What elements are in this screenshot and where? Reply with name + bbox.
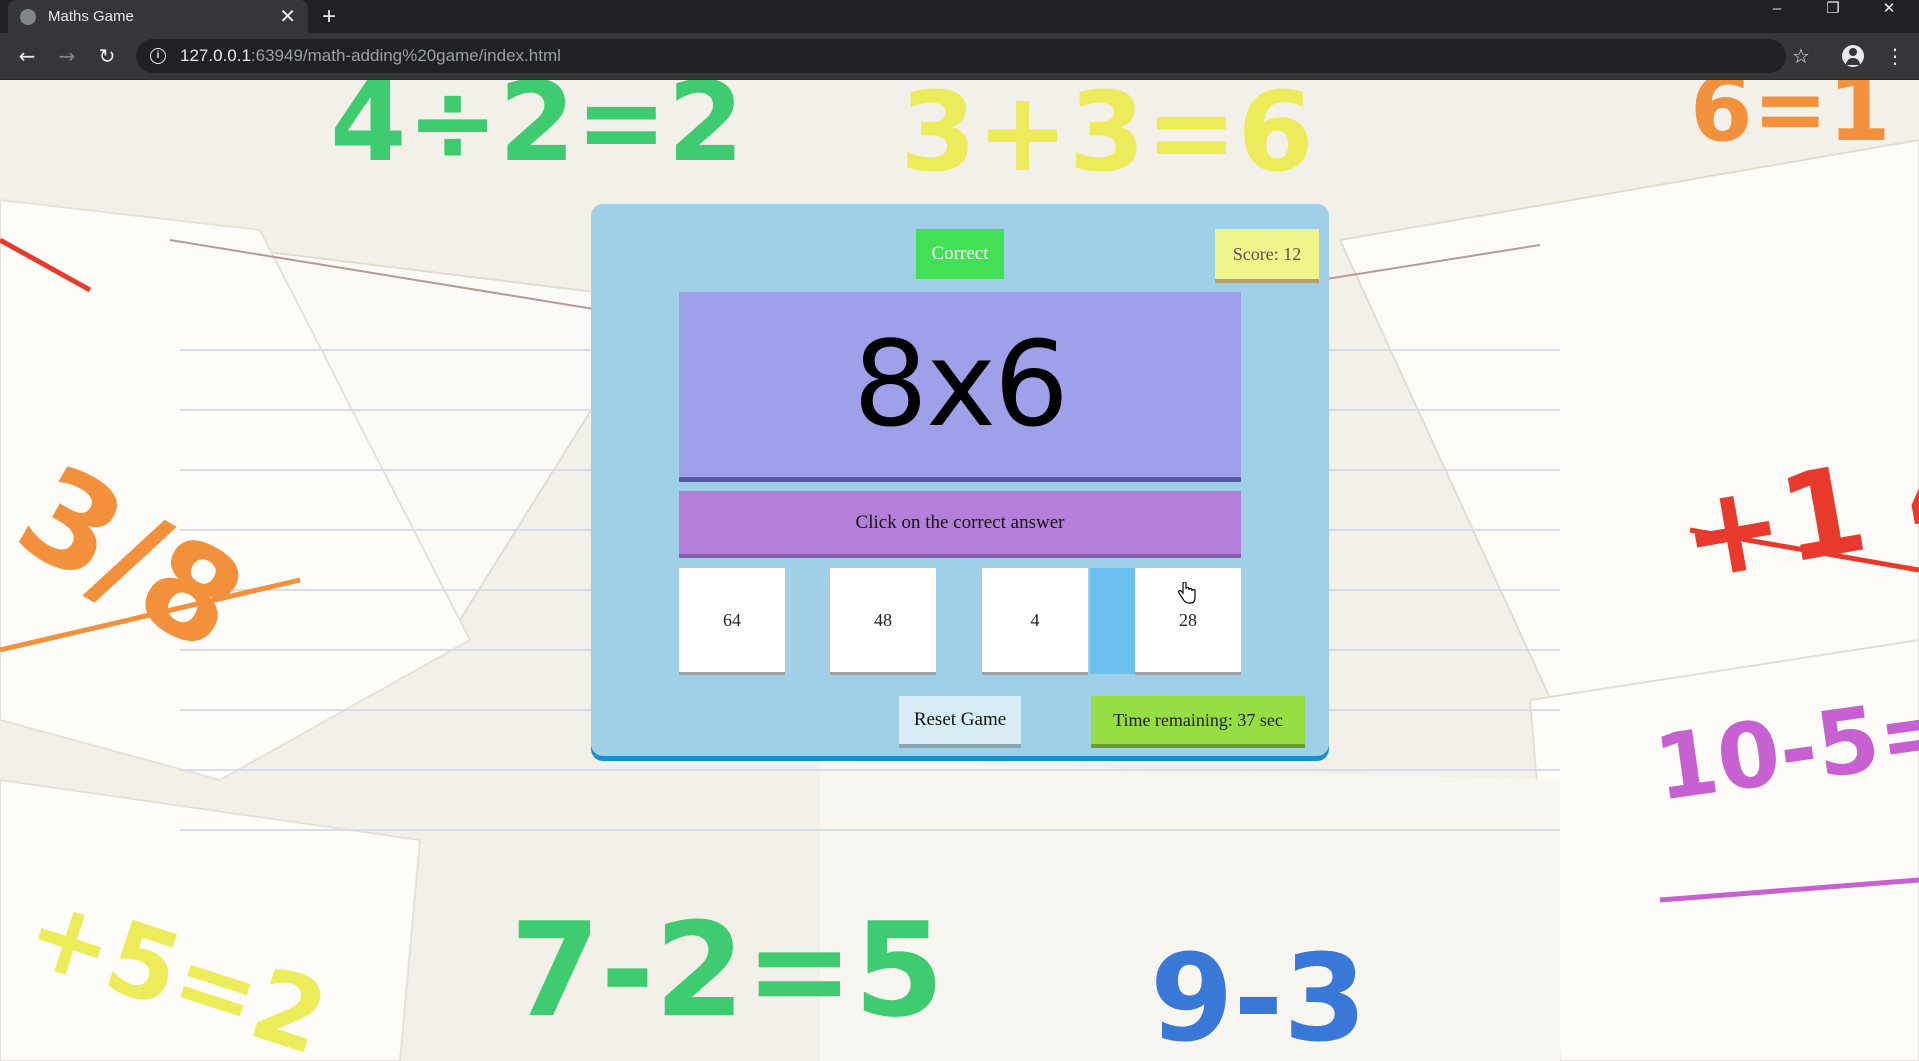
back-arrow-icon[interactable]: ← [12,41,42,71]
time-remaining: Time remaining: 37 sec [1091,696,1305,744]
info-icon[interactable]: i [150,48,166,64]
profile-avatar-icon[interactable] [1838,41,1868,71]
address-bar[interactable]: i 127.0.0.1:63949/math-adding%20game/ind… [136,39,1786,73]
forward-arrow-icon[interactable]: → [52,41,82,71]
score-box: Score: 12 [1215,229,1319,279]
correct-indicator: Correct [916,229,1004,279]
answer-box-1[interactable]: 64 [679,568,785,672]
answer-box-2[interactable]: 48 [830,568,936,672]
reload-icon[interactable]: ↻ [92,41,122,71]
instruction-banner: Click on the correct answer [679,491,1241,554]
answer-box-3[interactable]: 4 [982,568,1088,672]
bg-eq-5: 9-3 [1150,930,1367,1061]
answer-choices: 64 48 4 28 [679,568,1241,674]
new-tab-button[interactable]: + [322,0,336,33]
browser-toolbar: ← → ↻ i 127.0.0.1:63949/math-adding%20ga… [0,33,1919,80]
tab-title: Maths Game [48,8,134,25]
hover-highlight [1090,568,1135,674]
minimize-icon[interactable]: – [1749,0,1805,22]
bg-eq-2: 3+3=6 [900,80,1314,196]
browser-tab[interactable]: Maths Game ✕ [8,0,308,33]
question-display: 8x6 [679,292,1241,477]
bookmark-star-icon[interactable]: ☆ [1786,41,1816,71]
bg-eq-3: 6=1 [1690,80,1891,162]
tab-strip: Maths Game ✕ + – ❐ ✕ [0,0,1919,33]
url-host: 127.0.0.1 [180,46,251,65]
page-viewport: 4÷2=2 3+3=6 6=1 7-2=5 9-3 +5=2 10-5=5 3/… [0,80,1919,1061]
tab-close-icon[interactable]: ✕ [279,7,296,27]
window-close-icon[interactable]: ✕ [1861,0,1917,22]
globe-icon [20,8,36,25]
bg-eq-1: 4÷2=2 [330,80,744,186]
hand-pointer-icon [1178,582,1196,604]
bg-eq-4: 7-2=5 [510,894,944,1046]
restore-icon[interactable]: ❐ [1805,0,1861,22]
url-path: :63949/math-adding%20game/index.html [250,46,561,65]
reset-game-button[interactable]: Reset Game [899,696,1021,744]
game-container: Correct Score: 12 8x6 Click on the corre… [591,204,1329,756]
menu-kebab-icon[interactable]: ⋮ [1880,41,1910,71]
